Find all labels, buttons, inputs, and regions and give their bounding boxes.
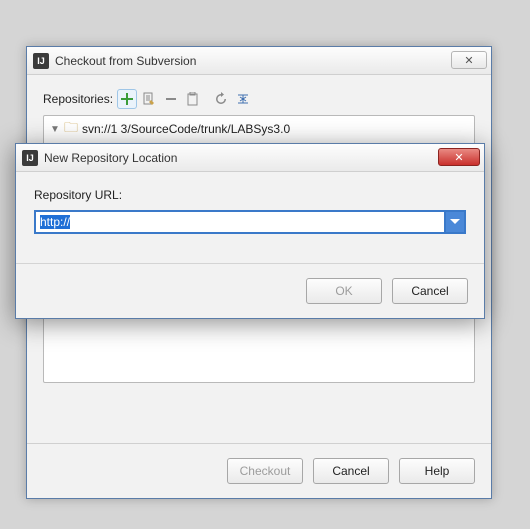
modal-close-button[interactable]: ✕ [438,148,480,166]
repo-url-label: Repository URL: [34,188,466,202]
modal-title: New Repository Location [44,151,177,165]
edit-repo-button[interactable] [139,89,159,109]
collapse-button[interactable] [233,89,253,109]
help-button[interactable]: Help [399,458,475,484]
add-repo-button[interactable] [117,89,137,109]
ok-button[interactable]: OK [306,278,382,304]
minus-icon [165,93,177,105]
url-dropdown-button[interactable] [444,210,466,234]
close-button[interactable]: ✕ [451,51,487,69]
modal-cancel-button[interactable]: Cancel [392,278,468,304]
remove-repo-button[interactable] [161,89,181,109]
edit-icon [142,92,156,106]
repositories-label: Repositories: [43,92,113,106]
cancel-button[interactable]: Cancel [313,458,389,484]
checkout-button[interactable]: Checkout [227,458,303,484]
intellij-icon: IJ [22,150,38,166]
plus-icon [121,93,133,105]
modal-titlebar[interactable]: IJ New Repository Location ✕ [16,144,484,172]
intellij-icon: IJ [33,53,49,69]
tree-row[interactable]: ▼ 🗀 svn://1 3/SourceCode/trunk/LABSys3.0 [50,120,468,138]
folder-icon: 🗀 [64,117,78,141]
clipboard-icon [187,92,199,106]
main-titlebar[interactable]: IJ Checkout from Subversion ✕ [27,47,491,75]
refresh-button[interactable] [211,89,231,109]
main-title: Checkout from Subversion [55,54,196,68]
refresh-icon [214,92,228,106]
modal-content: Repository URL: [16,172,484,234]
expand-arrow-icon[interactable]: ▼ [50,124,60,135]
modal-button-row: OK Cancel [16,263,484,318]
copy-repo-button[interactable] [183,89,203,109]
chevron-down-icon [450,219,460,225]
repo-url-input[interactable] [34,210,444,234]
new-repo-dialog: IJ New Repository Location ✕ Repository … [15,143,485,319]
tree-item-label: svn://1 3/SourceCode/trunk/LABSys3.0 [82,122,290,136]
main-button-row: Checkout Cancel Help [27,443,491,498]
collapse-icon [236,92,250,106]
